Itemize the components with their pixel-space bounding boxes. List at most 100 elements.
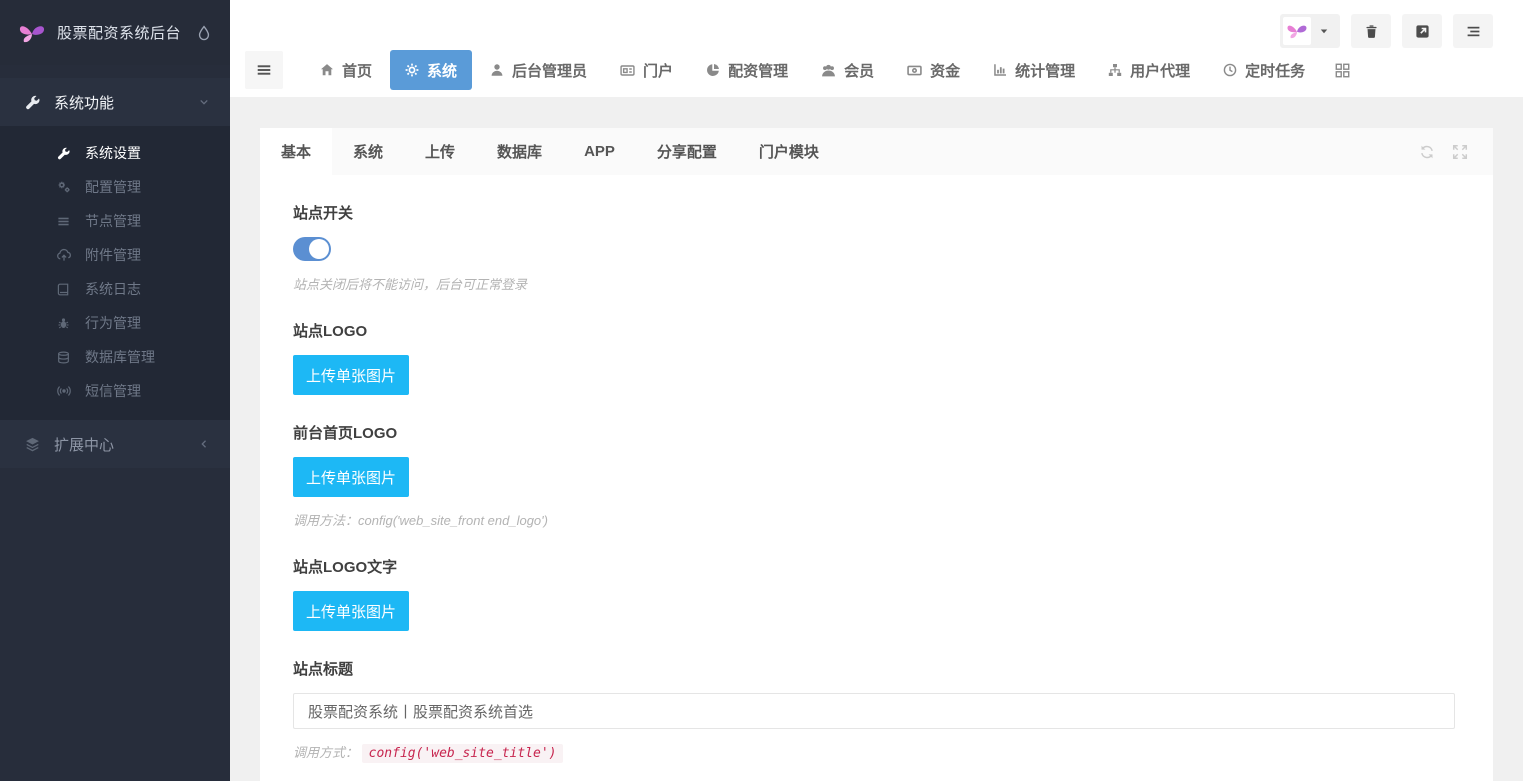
refresh-icon[interactable] (1419, 144, 1435, 160)
topnav: 首页 系统 后台管理员 门户 配资管理 (245, 50, 1365, 90)
sidebar-item-label: 短信管理 (85, 381, 141, 401)
field-site-switch: 站点开关 站点关闭后将不能访问，后台可正常登录 (293, 202, 1455, 293)
gear-icon (405, 63, 419, 77)
app-title: 股票配资系统后台 (57, 22, 196, 43)
nav-item-allocation[interactable]: 配资管理 (691, 50, 803, 90)
book-icon (56, 283, 71, 296)
nav-item-label: 配资管理 (728, 60, 788, 81)
app-root: 股票配资系统后台 系统功能 系统设置 配置管理 节点管理 附件管理 (0, 0, 1523, 781)
upload-image-button[interactable]: 上传单张图片 (293, 591, 409, 631)
nav-item-statistics[interactable]: 统计管理 (978, 50, 1090, 90)
sidebar-item-database[interactable]: 数据库管理 (0, 340, 230, 374)
sidebar-item-label: 节点管理 (85, 211, 141, 231)
nav-item-system[interactable]: 系统 (390, 50, 472, 90)
field-help: 调用方法：config('web_site_front end_logo') (293, 510, 1455, 529)
sidebar-item-attachments[interactable]: 附件管理 (0, 238, 230, 272)
topbar-actions (1280, 14, 1493, 48)
align-list-button[interactable] (1453, 14, 1493, 48)
sidebar-item-system-settings[interactable]: 系统设置 (0, 136, 230, 170)
user-icon (490, 63, 504, 77)
main-area: 首页 系统 后台管理员 门户 配资管理 (230, 0, 1523, 781)
tab-upload[interactable]: 上传 (404, 128, 476, 175)
nav-item-label: 系统 (427, 60, 457, 81)
site-switch-toggle[interactable] (293, 237, 331, 261)
field-help: 站点关闭后将不能访问，后台可正常登录 (293, 274, 1455, 293)
nav-item-admins[interactable]: 后台管理员 (475, 50, 602, 90)
avatar (1283, 17, 1311, 45)
tab-share-config[interactable]: 分享配置 (636, 128, 738, 175)
nav-item-members[interactable]: 会员 (806, 50, 889, 90)
cloud-upload-icon (56, 248, 71, 262)
sidebar: 股票配资系统后台 系统功能 系统设置 配置管理 节点管理 附件管理 (0, 0, 230, 781)
newspaper-icon (620, 63, 635, 78)
sidebar-submenu: 系统设置 配置管理 节点管理 附件管理 系统日志 行为管理 (0, 126, 230, 420)
user-menu-button[interactable] (1280, 14, 1340, 48)
tabstrip-tools (1419, 128, 1493, 175)
field-help: 调用方式： config('web_site_title') (293, 742, 1455, 761)
nav-item-label: 用户代理 (1130, 60, 1190, 81)
sidebar-item-config[interactable]: 配置管理 (0, 170, 230, 204)
sidebar-item-nodes[interactable]: 节点管理 (0, 204, 230, 238)
sidebar-group-label: 系统功能 (54, 92, 198, 113)
podcast-icon (56, 384, 71, 398)
field-label: 站点LOGO (293, 320, 1455, 341)
bar-chart-icon (993, 63, 1007, 77)
sidebar-item-label: 配置管理 (85, 177, 141, 197)
nav-item-agents[interactable]: 用户代理 (1093, 50, 1205, 90)
nav-item-portal[interactable]: 门户 (605, 50, 688, 90)
external-link-button[interactable] (1402, 14, 1442, 48)
field-label: 前台首页LOGO (293, 422, 1455, 443)
sidebar-toggle-button[interactable] (245, 51, 283, 89)
field-front-logo: 前台首页LOGO 上传单张图片 调用方法：config('web_site_fr… (293, 422, 1455, 529)
chevron-down-icon (198, 96, 210, 108)
tab-app[interactable]: APP (563, 128, 636, 175)
sidebar-group-label: 扩展中心 (54, 434, 198, 455)
upload-image-button[interactable]: 上传单张图片 (293, 457, 409, 497)
sidebar-item-label: 行为管理 (85, 313, 141, 333)
upload-image-button[interactable]: 上传单张图片 (293, 355, 409, 395)
site-title-input[interactable] (293, 693, 1455, 729)
page-content: 基本 系统 上传 数据库 APP 分享配置 门户模块 站点开关 (230, 97, 1523, 781)
chevron-left-icon (198, 438, 210, 450)
sidebar-item-label: 数据库管理 (85, 347, 155, 367)
nav-item-label: 统计管理 (1015, 60, 1075, 81)
tab-system[interactable]: 系统 (332, 128, 404, 175)
config-code: config('web_site_title') (362, 744, 564, 763)
money-icon (907, 63, 922, 78)
nav-item-label: 资金 (930, 60, 960, 81)
clock-icon (1223, 63, 1237, 77)
caret-down-icon (1311, 25, 1337, 37)
tab-portal-module[interactable]: 门户模块 (738, 128, 840, 175)
sidebar-item-behavior[interactable]: 行为管理 (0, 306, 230, 340)
gears-icon (56, 180, 71, 194)
drop-icon[interactable] (196, 25, 212, 41)
nav-item-label: 后台管理员 (512, 60, 587, 81)
database-icon (56, 351, 71, 364)
fullscreen-icon[interactable] (1452, 144, 1468, 160)
nav-item-funds[interactable]: 资金 (892, 50, 975, 90)
nav-more-grid-button[interactable] (1323, 50, 1362, 90)
settings-tabs: 基本 系统 上传 数据库 APP 分享配置 门户模块 (260, 128, 1493, 175)
nav-item-label: 首页 (342, 60, 372, 81)
pie-chart-icon (706, 63, 720, 77)
sidebar-item-label: 附件管理 (85, 245, 141, 265)
tab-basic[interactable]: 基本 (260, 128, 332, 175)
sidebar-group-system[interactable]: 系统功能 (0, 78, 230, 126)
nav-item-cron[interactable]: 定时任务 (1208, 50, 1320, 90)
sidebar-item-label: 系统日志 (85, 279, 141, 299)
tab-database[interactable]: 数据库 (476, 128, 563, 175)
grid-icon (1335, 63, 1350, 78)
basic-settings-form: 站点开关 站点关闭后将不能访问，后台可正常登录 站点LOGO 上传单张图片 前台… (260, 175, 1493, 781)
nav-item-label: 门户 (643, 60, 673, 81)
list-icon (56, 215, 71, 228)
nav-item-home[interactable]: 首页 (305, 50, 387, 90)
home-icon (320, 63, 334, 77)
sidebar-item-system-log[interactable]: 系统日志 (0, 272, 230, 306)
sidebar-item-sms[interactable]: 短信管理 (0, 374, 230, 408)
sidebar-item-label: 系统设置 (85, 143, 141, 163)
field-label: 站点开关 (293, 202, 1455, 223)
sidebar-group-extend[interactable]: 扩展中心 (0, 420, 230, 468)
trash-button[interactable] (1351, 14, 1391, 48)
layers-icon (25, 437, 40, 452)
wrench-icon (56, 147, 71, 160)
